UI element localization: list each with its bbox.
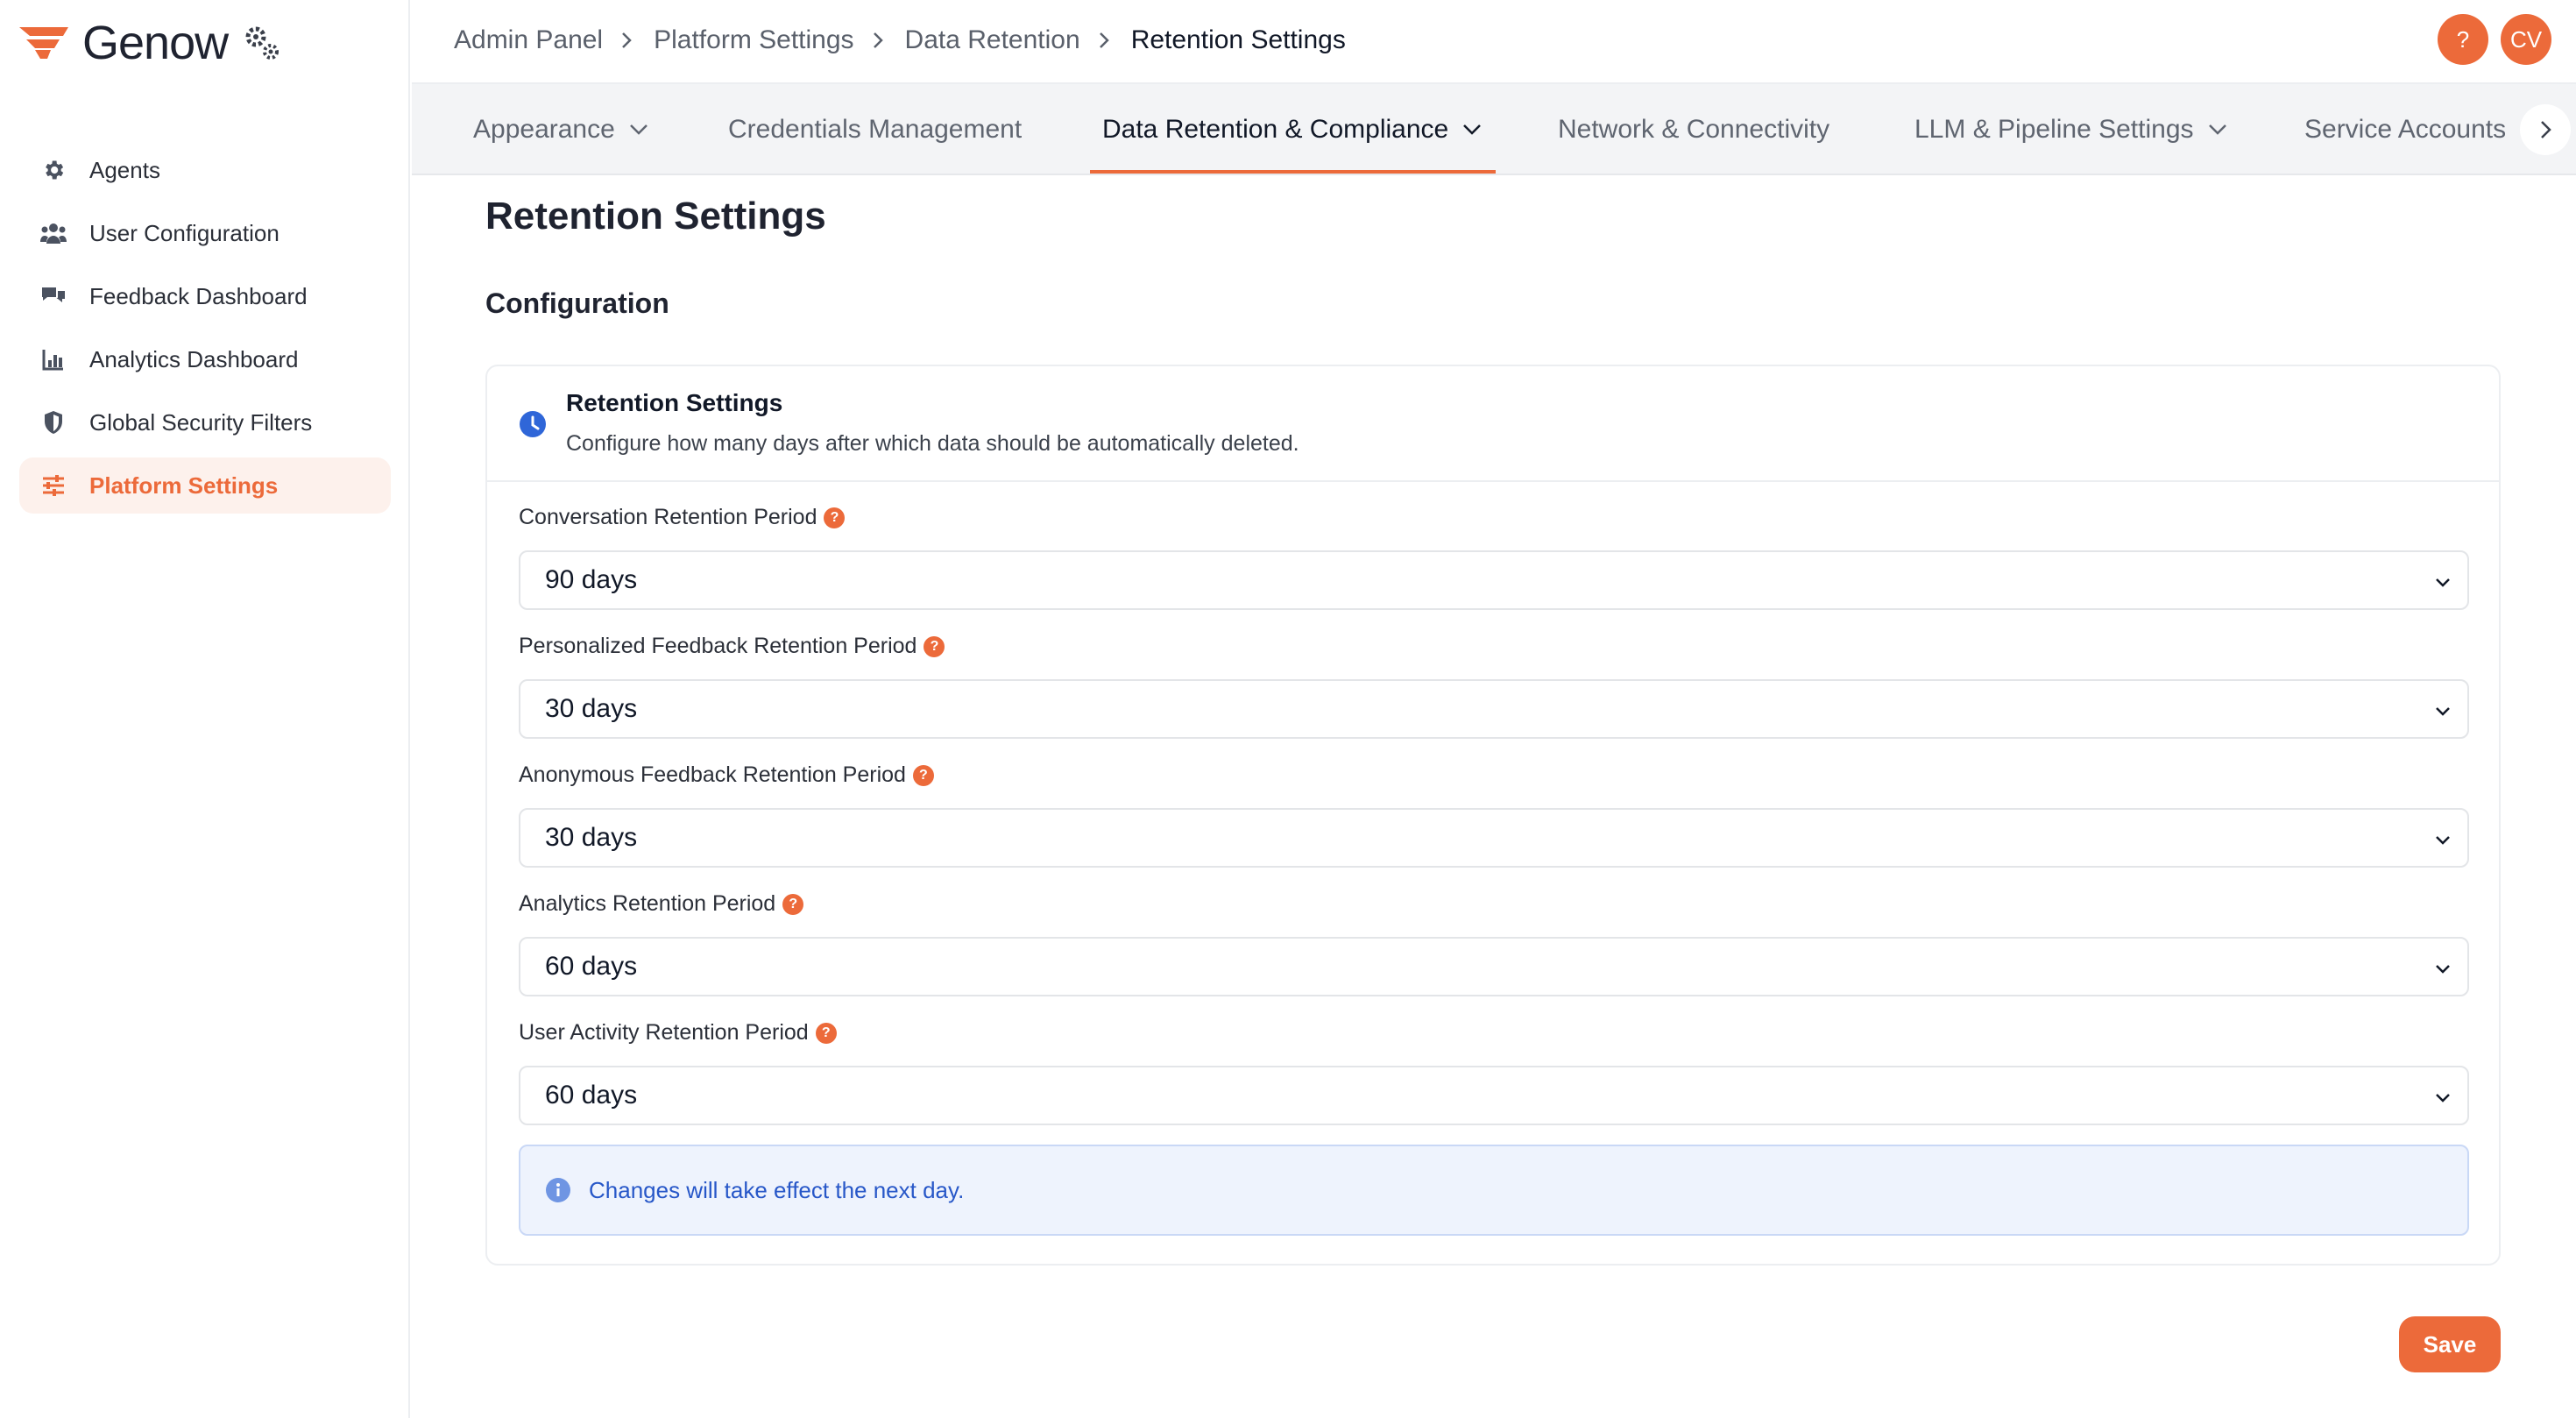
genow-logo-icon bbox=[19, 27, 68, 59]
tab-network-connectivity[interactable]: Network & Connectivity bbox=[1558, 84, 1829, 175]
breadcrumb-item[interactable]: Platform Settings bbox=[654, 25, 853, 55]
breadcrumb-item[interactable]: Data Retention bbox=[905, 25, 1080, 55]
active-tab-indicator bbox=[1090, 170, 1496, 174]
tab-service-accounts[interactable]: Service Accounts bbox=[2304, 84, 2506, 175]
sliders-icon bbox=[40, 472, 67, 499]
sidebar-item-platform-settings[interactable]: Platform Settings bbox=[19, 457, 391, 514]
tab-llm-pipeline-settings[interactable]: LLM & Pipeline Settings bbox=[1914, 84, 2229, 175]
gear-icon bbox=[40, 157, 67, 183]
personalized-feedback-retention-label: Personalized Feedback Retention Period ? bbox=[519, 634, 945, 659]
card-title: Retention Settings bbox=[566, 389, 783, 416]
help-button[interactable]: ? bbox=[2438, 14, 2488, 65]
select-value: 60 days bbox=[545, 952, 638, 981]
field-label-text: Conversation Retention Period bbox=[519, 505, 817, 529]
sidebar-item-agents[interactable]: Agents bbox=[19, 142, 391, 198]
settings-tabs: Appearance Credentials Management Data R… bbox=[412, 84, 2576, 175]
tab-label: Appearance bbox=[473, 115, 615, 144]
chevron-down-icon bbox=[2436, 836, 2450, 845]
sidebar-item-global-security-filters[interactable]: Global Security Filters bbox=[19, 394, 391, 450]
brand-name: Genow bbox=[82, 17, 229, 69]
breadcrumb: Admin Panel Platform Settings Data Reten… bbox=[454, 0, 1346, 81]
chevron-down-icon bbox=[2436, 578, 2450, 587]
field-label-text: Personalized Feedback Retention Period bbox=[519, 634, 917, 658]
sidebar-nav: Agents User Configuration Feedback Dashb… bbox=[19, 142, 391, 521]
chevron-down-icon bbox=[1463, 124, 1482, 135]
sidebar-item-label: Global Security Filters bbox=[89, 408, 313, 436]
personalized-feedback-retention-select[interactable]: 30 days bbox=[519, 679, 2469, 739]
chevron-down-icon bbox=[2436, 965, 2450, 974]
card-header: Retention Settings Configure how many da… bbox=[487, 366, 2499, 482]
breadcrumb-current: Retention Settings bbox=[1130, 25, 1346, 54]
help-icon[interactable]: ? bbox=[782, 893, 804, 915]
chat-bubbles-icon bbox=[40, 283, 67, 309]
tab-label: Service Accounts bbox=[2304, 115, 2507, 144]
help-icon[interactable]: ? bbox=[912, 764, 934, 786]
select-value: 30 days bbox=[545, 694, 638, 723]
gears-icon bbox=[245, 26, 280, 60]
sidebar-item-label: Analytics Dashboard bbox=[89, 345, 299, 372]
info-text: Changes will take effect the next day. bbox=[589, 1176, 965, 1203]
select-value: 90 days bbox=[545, 565, 638, 594]
help-icon[interactable]: ? bbox=[815, 1022, 837, 1044]
select-value: 60 days bbox=[545, 1081, 638, 1110]
chevron-down-icon bbox=[2436, 707, 2450, 716]
card-subtitle: Configure how many days after which data… bbox=[566, 431, 1299, 456]
sidebar-item-label: Platform Settings bbox=[89, 471, 279, 499]
sidebar: Genow Agents User Configuration Feedback… bbox=[0, 0, 410, 1418]
user-activity-retention-label: User Activity Retention Period ? bbox=[519, 1020, 837, 1046]
tab-label: Data Retention & Compliance bbox=[1102, 115, 1449, 144]
chevron-down-icon bbox=[2208, 124, 2226, 135]
shield-icon bbox=[40, 409, 67, 436]
user-activity-retention-select[interactable]: 60 days bbox=[519, 1066, 2469, 1125]
chevron-right-icon bbox=[622, 32, 632, 48]
help-icon[interactable]: ? bbox=[924, 635, 945, 657]
section-title: Configuration bbox=[485, 287, 669, 319]
sidebar-item-label: Feedback Dashboard bbox=[89, 282, 308, 309]
tabs-scroll-right-button[interactable] bbox=[2520, 104, 2571, 155]
field-label-text: Analytics Retention Period bbox=[519, 891, 776, 916]
retention-settings-card: Retention Settings Configure how many da… bbox=[485, 365, 2501, 1266]
chevron-right-icon bbox=[1099, 32, 1109, 48]
info-notice: Changes will take effect the next day. bbox=[519, 1145, 2469, 1236]
tab-label: LLM & Pipeline Settings bbox=[1914, 115, 2194, 144]
tab-appearance[interactable]: Appearance bbox=[473, 84, 650, 175]
app-root: Genow Agents User Configuration Feedback… bbox=[0, 0, 2576, 1418]
anonymous-feedback-retention-select[interactable]: 30 days bbox=[519, 808, 2469, 868]
top-header: Admin Panel Platform Settings Data Reten… bbox=[412, 0, 2576, 84]
field-label-text: User Activity Retention Period bbox=[519, 1020, 809, 1045]
chevron-right-icon bbox=[873, 32, 883, 48]
tab-data-retention-compliance[interactable]: Data Retention & Compliance bbox=[1102, 84, 1483, 175]
chevron-down-icon bbox=[629, 124, 648, 135]
help-icon[interactable]: ? bbox=[824, 507, 846, 528]
conversation-retention-select[interactable]: 90 days bbox=[519, 550, 2469, 610]
tab-label: Network & Connectivity bbox=[1558, 115, 1830, 144]
breadcrumb-item[interactable]: Admin Panel bbox=[454, 25, 603, 55]
sidebar-item-user-configuration[interactable]: User Configuration bbox=[19, 205, 391, 261]
tab-credentials-management[interactable]: Credentials Management bbox=[728, 84, 1022, 175]
analytics-retention-select[interactable]: 60 days bbox=[519, 937, 2469, 996]
users-icon bbox=[40, 220, 67, 246]
chevron-right-icon bbox=[2541, 121, 2551, 138]
field-label-text: Anonymous Feedback Retention Period bbox=[519, 762, 906, 787]
select-value: 30 days bbox=[545, 823, 638, 852]
sidebar-item-analytics-dashboard[interactable]: Analytics Dashboard bbox=[19, 331, 391, 387]
brand-logo[interactable]: Genow bbox=[18, 19, 282, 67]
user-avatar[interactable]: CV bbox=[2501, 14, 2551, 65]
clock-icon bbox=[520, 411, 546, 437]
tab-label: Credentials Management bbox=[728, 115, 1023, 144]
sidebar-item-label: Agents bbox=[89, 156, 160, 183]
sidebar-item-feedback-dashboard[interactable]: Feedback Dashboard bbox=[19, 268, 391, 324]
save-button[interactable]: Save bbox=[2399, 1316, 2501, 1372]
anonymous-feedback-retention-label: Anonymous Feedback Retention Period ? bbox=[519, 762, 934, 788]
info-icon bbox=[546, 1178, 570, 1202]
header-actions: ? CV bbox=[2425, 14, 2551, 65]
chevron-down-icon bbox=[2436, 1094, 2450, 1102]
conversation-retention-label: Conversation Retention Period ? bbox=[519, 505, 846, 530]
analytics-retention-label: Analytics Retention Period ? bbox=[519, 891, 804, 917]
sidebar-item-label: User Configuration bbox=[89, 219, 280, 246]
page-title: Retention Settings bbox=[485, 195, 826, 238]
bar-chart-icon bbox=[40, 346, 67, 372]
